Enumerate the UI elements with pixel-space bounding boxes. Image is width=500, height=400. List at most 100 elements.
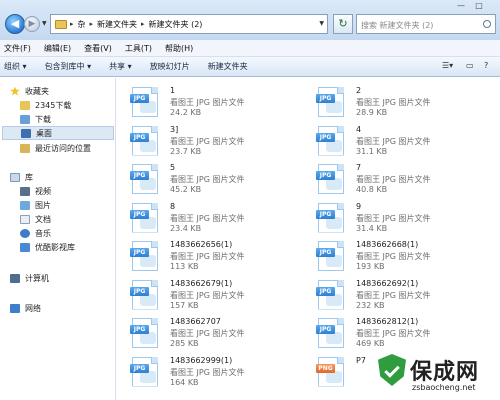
file-ext-tag: JPG [130,363,149,373]
nav-item-2345-download[interactable]: 2345下载 [20,98,71,112]
nav-computer[interactable]: 计算机 [10,271,49,285]
file-name: 1483662812(1) [356,317,419,326]
file-size: 164 KB [170,377,199,387]
address-bar[interactable]: ▸ 杂 ▸ 新建文件夹 ▸ 新建文件夹 (2) ▼ [50,14,328,34]
menu-help[interactable]: 帮助(H) [165,43,193,54]
file-name: P7 [356,355,366,365]
nav-network[interactable]: 网络 [10,301,41,315]
file-item[interactable]: JPG 1483662656(1) 看图王 JPG 图片文件 113 KB [117,236,292,278]
file-size: 31.1 KB [356,146,388,156]
nav-item-music[interactable]: 音乐 [20,226,51,240]
file-item[interactable]: JPG 1483662707 看图王 JPG 图片文件 285 KB [117,313,292,355]
file-item[interactable]: JPG 3] 看图王 JPG 图片文件 23.7 KB [117,121,292,163]
file-size: 232 KB [356,300,385,310]
download-folder-icon [20,114,30,124]
refresh-icon[interactable]: ↻ [333,14,353,34]
chevron-right-icon[interactable]: ▸ [90,20,94,28]
file-name: 5 [170,163,176,172]
file-name: 1483662692(1) [356,278,419,288]
video-library-icon [20,242,30,252]
address-row: ◀ ▶ ▼ ▸ 杂 ▸ 新建文件夹 ▸ 新建文件夹 (2) ▼ ↻ 搜索 新建文… [0,0,500,40]
jpg-file-icon: JPG [130,164,160,194]
help-icon[interactable]: ? [484,61,488,73]
breadcrumb-item[interactable]: 新建文件夹 (2) [149,19,203,30]
file-size: 469 KB [356,339,385,348]
recent-places-icon [20,143,30,153]
breadcrumb-item[interactable]: 杂 [78,19,86,30]
file-type: 看图王 JPG 图片文件 [356,136,431,146]
file-item[interactable]: JPG 2 看图王 JPG 图片文件 28.9 KB [303,82,478,124]
file-type: 看图王 JPG 图片文件 [170,136,245,146]
nav-libraries[interactable]: 库 [10,170,33,184]
file-item[interactable]: JPG 8 看图王 JPG 图片文件 23.4 KB [117,198,292,240]
nav-item-documents[interactable]: 文档 [20,212,51,226]
nav-label: 2345下载 [35,100,72,110]
view-options-icon[interactable]: ☰▾ [442,61,453,73]
menu-file[interactable]: 文件(F) [4,43,31,54]
file-size: 157 KB [170,300,199,310]
navigation-pane: 收藏夹 2345下载 下载 桌面 最近访问的位置 库 视频 图片 文档 音乐 优… [0,78,116,400]
pictures-icon [20,200,30,210]
search-input[interactable]: 搜索 新建文件夹 (2) [356,14,496,34]
nav-label: 视频 [35,186,51,196]
file-size: 193 KB [356,262,385,271]
nav-label: 音乐 [35,228,51,238]
file-item[interactable]: JPG 1483662692(1) 看图王 JPG 图片文件 232 KB [303,275,478,317]
file-item[interactable]: JPG 9 看图王 JPG 图片文件 31.4 KB [303,198,478,240]
nav-item-pictures[interactable]: 图片 [20,198,51,212]
file-name: 2 [356,86,362,95]
file-size: 23.4 KB [170,223,202,233]
file-item[interactable]: JPG 7 看图王 JPG 图片文件 40.8 KB [303,159,478,201]
file-item[interactable]: JPG 1 看图王 JPG 图片文件 24.2 KB [117,82,292,124]
file-name: 3] [170,124,179,134]
organize-button[interactable]: 组织 ▾ [4,61,27,72]
minimize-button[interactable]: — [452,0,470,12]
forward-arrow-icon[interactable]: ▶ [24,16,40,32]
include-in-library-button[interactable]: 包含到库中 ▾ [45,61,92,72]
file-type: 看图王 JPG 图片文件 [170,367,245,377]
file-name: 1483662668(1) [356,240,419,249]
desktop-icon [21,128,31,138]
nav-item-youku-library[interactable]: 优酷影视库 [20,240,75,254]
back-arrow-icon[interactable]: ◀ [5,14,25,34]
file-item[interactable]: JPG 4 看图王 JPG 图片文件 31.1 KB [303,121,478,163]
share-button[interactable]: 共享 ▾ [109,61,132,72]
file-type: 看图王 JPG 图片文件 [356,252,431,261]
chevron-right-icon[interactable]: ▸ [141,20,145,28]
chevron-right-icon[interactable]: ▸ [70,20,74,28]
file-type: 看图王 JPG 图片文件 [170,329,245,338]
file-type: 看图王 JPG 图片文件 [170,252,245,261]
file-size: 31.4 KB [356,223,388,233]
breadcrumb-item[interactable]: 新建文件夹 [97,19,137,30]
chevron-down-icon[interactable]: ▼ [319,20,324,27]
recent-pages-chevron-icon[interactable]: ▼ [42,20,47,27]
file-item[interactable]: JPG 1483662679(1) 看图王 JPG 图片文件 157 KB [117,275,292,317]
file-item[interactable]: JPG 5 看图王 JPG 图片文件 45.2 KB [117,159,292,201]
file-item[interactable]: JPG 1483662668(1) 看图王 JPG 图片文件 193 KB [303,236,478,278]
nav-item-desktop[interactable]: 桌面 [2,126,114,140]
computer-icon [10,273,20,283]
nav-favorites[interactable]: 收藏夹 [10,84,49,98]
file-ext-tag: JPG [130,171,149,180]
menu-edit[interactable]: 编辑(E) [44,43,71,54]
file-item[interactable]: JPG 1483662812(1) 看图王 JPG 图片文件 469 KB [303,313,478,355]
watermark-logo: 保成网 zsbaocheng.net [378,350,500,400]
menu-tools[interactable]: 工具(T) [125,43,152,54]
file-type: 看图王 JPG 图片文件 [170,175,245,184]
slideshow-button[interactable]: 放映幻灯片 [150,61,190,72]
restore-button[interactable]: □ [470,0,488,12]
jpg-file-icon: JPG [130,318,160,348]
file-ext-tag: PNG [316,363,335,373]
file-item[interactable]: JPG 1483662999(1) 看图王 JPG 图片文件 164 KB [117,352,292,394]
nav-item-downloads[interactable]: 下载 [20,112,51,126]
png-file-icon: PNG [316,356,346,387]
search-icon[interactable] [483,20,491,28]
menu-view[interactable]: 查看(V) [84,43,112,54]
new-folder-button[interactable]: 新建文件夹 [208,61,248,72]
preview-pane-icon[interactable]: ▭ [466,61,474,73]
nav-item-recent-places[interactable]: 最近访问的位置 [20,141,91,155]
file-ext-tag: JPG [130,325,149,334]
jpg-file-icon: JPG [130,202,160,233]
file-type: 看图王 JPG 图片文件 [356,98,431,107]
nav-item-videos[interactable]: 视频 [20,184,51,198]
